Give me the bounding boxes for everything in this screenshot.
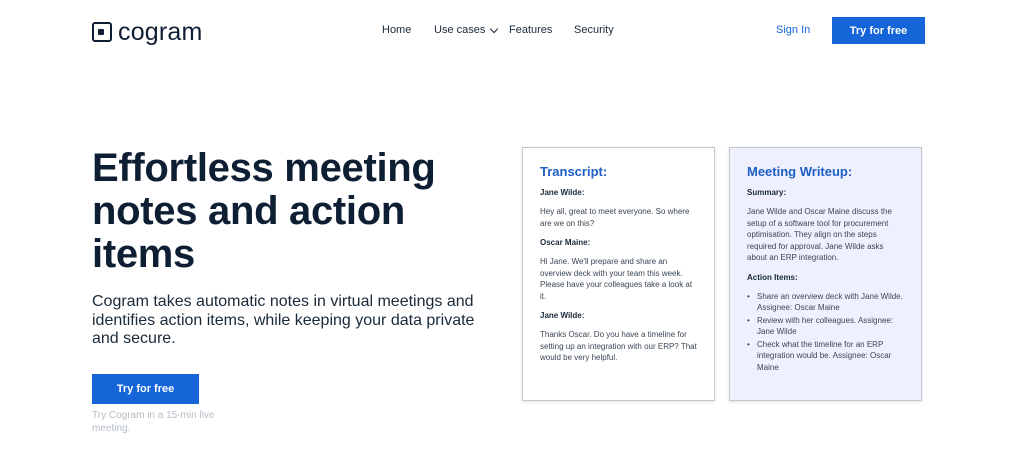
transcript-speaker: Oscar Maine: xyxy=(540,238,591,247)
site-header: cogram Home Use cases Features Security … xyxy=(0,0,1024,62)
writeup-title: Meeting Writeup: xyxy=(747,164,853,179)
nav-features[interactable]: Features xyxy=(509,24,552,36)
nav-security[interactable]: Security xyxy=(574,24,614,36)
transcript-message: Thanks Oscar. Do you have a timeline for… xyxy=(540,330,697,362)
transcript-speaker: Jane Wilde: xyxy=(540,188,585,197)
transcript-title: Transcript: xyxy=(540,164,608,179)
transcript-message: Hey all, great to meet everyone. So wher… xyxy=(540,207,690,228)
transcript-speaker: Jane Wilde: xyxy=(540,311,585,320)
transcript-message: Hi Jane. We'll prepare and share an over… xyxy=(540,257,693,301)
sign-in-link[interactable]: Sign In xyxy=(776,24,810,36)
chevron-down-icon xyxy=(490,24,499,33)
nav-use-cases-label: Use cases xyxy=(434,24,486,36)
summary-label: Summary: xyxy=(747,188,787,197)
logo-text: cogram xyxy=(118,18,203,46)
summary-text: Jane Wilde and Oscar Maine discuss the s… xyxy=(747,207,892,262)
action-item: Check what the timeline for an ERP integ… xyxy=(747,339,905,374)
header-try-for-free-button[interactable]: Try for free xyxy=(832,17,925,44)
transcript-card: Transcript: Jane Wilde: Hey all, great t… xyxy=(522,147,715,401)
nav-use-cases[interactable]: Use cases xyxy=(434,24,499,36)
nav-home[interactable]: Home xyxy=(382,24,411,36)
action-items-label: Action Items: xyxy=(747,272,798,282)
action-item: Review with her colleagues. Assignee: Ja… xyxy=(747,315,905,338)
cogram-logo-icon xyxy=(92,22,112,42)
action-item: Share an overview deck with Jane Wilde. … xyxy=(747,291,905,314)
hero-try-for-free-button[interactable]: Try for free xyxy=(92,374,199,404)
meeting-writeup-card: Meeting Writeup: Summary: Jane Wilde and… xyxy=(729,147,922,401)
cogram-logo[interactable]: cogram xyxy=(92,18,203,46)
hero-note: Try Cogram in a 15-min live meeting. xyxy=(92,410,215,434)
hero-subtitle: Cogram takes automatic notes in virtual … xyxy=(92,293,475,347)
action-items-list: Share an overview deck with Jane Wilde. … xyxy=(747,291,905,374)
hero-title: Effortless meeting notes and action item… xyxy=(92,146,436,276)
